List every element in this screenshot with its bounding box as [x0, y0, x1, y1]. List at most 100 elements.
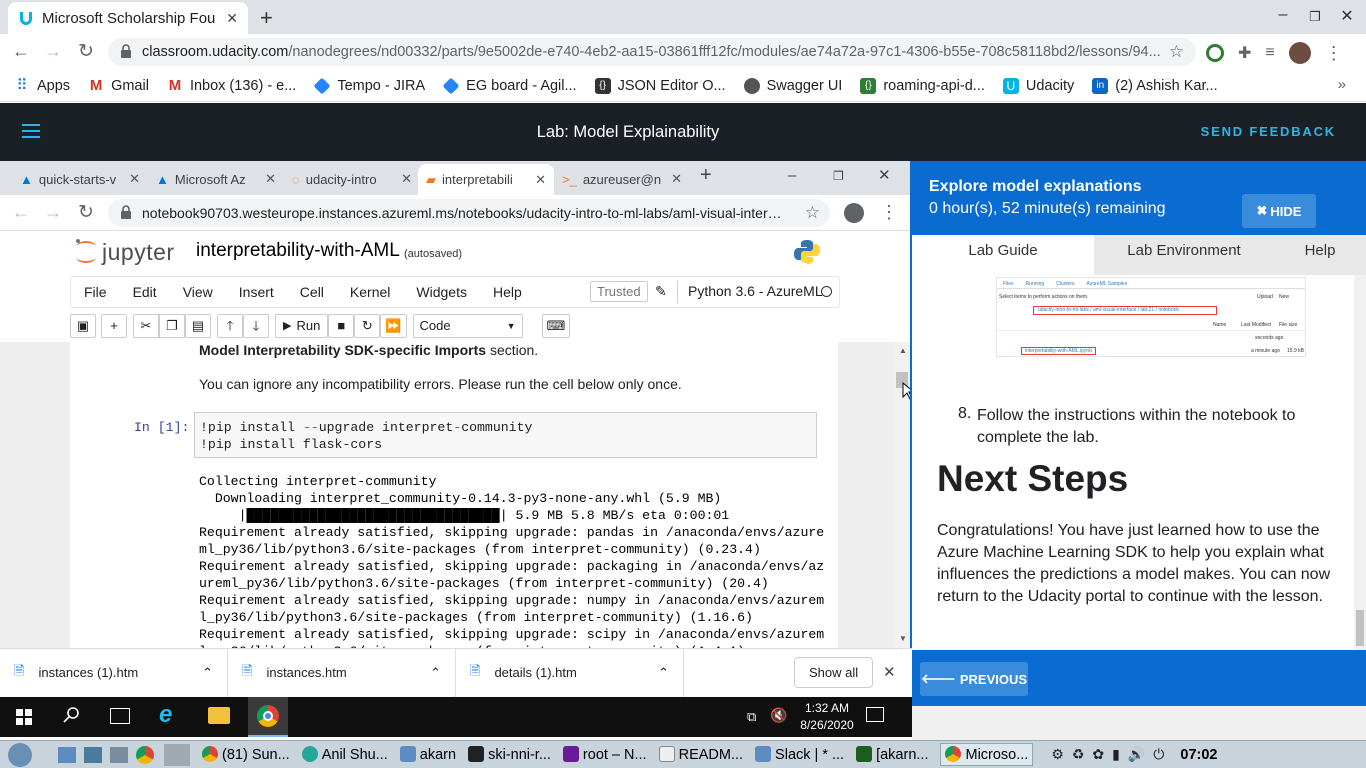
download-item[interactable]: 🗎 instances (1).htm ⌃ — [0, 648, 228, 697]
inner-new-tab-button[interactable]: + — [700, 164, 712, 187]
outer-address-bar[interactable]: classroom.udacity.com/nanodegrees/nd0033… — [108, 38, 1196, 66]
star-icon[interactable]: ☆ — [1169, 42, 1184, 62]
inner-tab[interactable]: >_ azureuser@n ✕ — [554, 164, 690, 194]
notifications-icon[interactable] — [866, 707, 884, 722]
scroll-down-icon[interactable]: ▼ — [899, 634, 907, 643]
new-tab-button[interactable]: + — [260, 5, 273, 31]
send-feedback-link[interactable]: SEND FEEDBACK — [1201, 103, 1336, 161]
chrome-launcher-icon[interactable] — [136, 745, 154, 764]
tab-lab-guide[interactable]: Lab Guide — [912, 235, 1094, 275]
chrome-taskbar-icon[interactable] — [248, 697, 288, 737]
bookmark-json-editor[interactable]: {} JSON Editor O... — [594, 77, 726, 94]
back-icon[interactable]: ← — [12, 41, 30, 62]
taskbar-item[interactable]: root – N... — [562, 746, 647, 763]
bookmark-linkedin[interactable]: in (2) Ashish Kar... — [1092, 77, 1218, 94]
forward-icon[interactable]: → — [44, 202, 62, 223]
cut-icon[interactable]: ✂ — [133, 314, 159, 338]
tab-lab-environment[interactable]: Lab Environment — [1094, 235, 1274, 275]
close-tab-icon[interactable]: ✕ — [129, 171, 140, 187]
bookmark-apps[interactable]: ⠿ Apps — [14, 77, 71, 94]
taskbar-item[interactable]: ski-nni-r... — [468, 746, 551, 763]
interrupt-icon[interactable]: ■ — [328, 314, 355, 338]
bookmark-roaming-api[interactable]: {} roaming-api-d... — [860, 77, 985, 94]
extension-green-icon[interactable] — [1206, 44, 1224, 62]
inner-tab[interactable]: ▲ quick-starts-v ✕ — [12, 164, 148, 194]
save-icon[interactable]: ▣ — [70, 314, 96, 338]
move-up-icon[interactable]: 🡑 — [217, 314, 243, 338]
restore-icon[interactable]: ❐ — [1300, 9, 1330, 31]
chevron-up-icon[interactable]: ⌃ — [430, 665, 441, 681]
taskbar-item[interactable]: Slack | * ... — [755, 746, 844, 763]
taskbar-item[interactable]: akarn — [399, 746, 456, 763]
ie-icon[interactable]: e — [159, 701, 172, 729]
close-window-icon[interactable]: ✕ — [1332, 6, 1362, 28]
close-tab-icon[interactable]: ✕ — [226, 10, 238, 27]
tab-help[interactable]: Help — [1274, 235, 1366, 275]
restart-icon[interactable]: ↻ — [354, 314, 381, 338]
media-icon[interactable]: ≡ — [1265, 44, 1274, 62]
hide-button[interactable]: ✖ HIDE — [1242, 194, 1316, 228]
menu-kernel[interactable]: Kernel — [337, 284, 403, 300]
taskbar-item[interactable]: [akarn... — [856, 746, 928, 763]
inner-restore-icon[interactable]: ❐ — [833, 169, 844, 183]
close-downloads-icon[interactable]: ✕ — [883, 663, 896, 681]
markdown-cell[interactable]: Model Interpretability SDK-specific Impo… — [199, 342, 538, 358]
volume-muted-icon[interactable]: 🔇 — [770, 707, 787, 724]
menu-insert[interactable]: Insert — [226, 284, 287, 300]
puzzle-icon[interactable]: ✚ — [1238, 43, 1251, 63]
insert-cell-icon[interactable]: + — [101, 314, 127, 338]
menu-kebab-icon[interactable]: ⋮ — [880, 202, 898, 223]
previous-button[interactable]: 🡐 PREVIOUS — [920, 662, 1028, 696]
edit-pencil-icon[interactable]: ✎ — [655, 283, 667, 300]
reload-icon[interactable]: ↻ — [78, 201, 94, 224]
inner-tab[interactable]: ◌ udacity-intro ✕ — [284, 164, 420, 194]
jupyter-logo[interactable]: jupyter — [74, 238, 175, 266]
profile-icon[interactable] — [844, 203, 864, 223]
inner-close-window-icon[interactable]: ✕ — [878, 166, 891, 184]
notebook-name[interactable]: interpretability-with-AML — [196, 240, 400, 262]
menu-edit[interactable]: Edit — [120, 284, 170, 300]
outer-tab-active[interactable]: Microsoft Scholarship Fou ✕ — [8, 2, 248, 34]
markdown-cell[interactable]: You can ignore any incompatibility error… — [199, 376, 682, 392]
scrollbar-thumb[interactable] — [1356, 610, 1364, 646]
menu-help[interactable]: Help — [480, 284, 535, 300]
close-tab-icon[interactable]: ✕ — [265, 171, 276, 187]
bookmark-gmail[interactable]: M Gmail — [88, 77, 149, 94]
system-clock[interactable]: 1:32 AM 8/26/2020 — [796, 700, 858, 734]
lab-scrollbar[interactable] — [1354, 275, 1366, 650]
menu-widgets[interactable]: Widgets — [403, 284, 480, 300]
move-down-icon[interactable]: 🡓 — [243, 314, 269, 338]
chevron-up-icon[interactable]: ⌃ — [202, 665, 213, 681]
menu-view[interactable]: View — [170, 284, 226, 300]
close-tab-icon[interactable]: ✕ — [535, 172, 546, 188]
bookmark-inbox[interactable]: M Inbox (136) - e... — [167, 77, 297, 94]
bookmark-swagger[interactable]: Swagger UI — [743, 77, 842, 94]
linux-clock[interactable]: 07:02 — [1180, 747, 1217, 763]
bookmarks-overflow-icon[interactable]: » — [1338, 76, 1346, 93]
chevron-up-icon[interactable]: ⌃ — [658, 665, 669, 681]
run-button[interactable]: ▶ Run — [275, 314, 329, 338]
fast-forward-icon[interactable]: ⏩ — [380, 314, 407, 338]
inner-tab-active[interactable]: ▰ interpretabili ✕ — [418, 164, 554, 195]
close-tab-icon[interactable]: ✕ — [671, 171, 682, 187]
files-icon[interactable] — [110, 746, 128, 763]
windows-start-icon[interactable] — [16, 709, 32, 725]
inner-minimize-icon[interactable]: – — [788, 167, 796, 184]
taskbar-item[interactable]: (81) Sun... — [202, 746, 290, 763]
tray-icons[interactable]: ⚙♻✿▮🔊⏻ — [1051, 746, 1172, 763]
close-tab-icon[interactable]: ✕ — [401, 171, 412, 187]
trusted-badge[interactable]: Trusted — [590, 281, 648, 302]
star-icon[interactable]: ☆ — [805, 203, 820, 223]
app-launcher-icon[interactable] — [84, 746, 102, 763]
download-item[interactable]: 🗎 details (1).htm ⌃ — [456, 648, 684, 697]
menu-cell[interactable]: Cell — [287, 284, 337, 300]
avatar[interactable] — [1288, 42, 1311, 64]
taskbar-item[interactable]: Anil Shu... — [301, 746, 388, 763]
show-all-button[interactable]: Show all — [794, 657, 874, 688]
download-item[interactable]: 🗎 instances.htm ⌃ — [228, 648, 456, 697]
forward-icon[interactable]: → — [44, 41, 62, 62]
task-view-icon[interactable] — [110, 708, 130, 724]
folder-icon[interactable] — [208, 707, 230, 724]
copy-icon[interactable]: ❐ — [159, 314, 185, 338]
bookmark-udacity[interactable]: U Udacity — [1002, 77, 1074, 94]
